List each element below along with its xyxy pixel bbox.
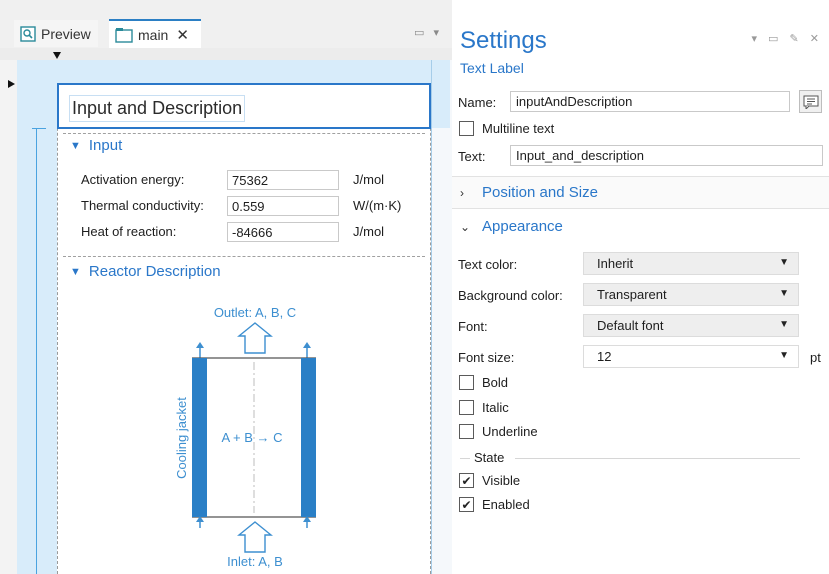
dropdown-arrow-icon: ▼ <box>779 257 789 268</box>
settings-title: Settings <box>460 27 547 54</box>
text-label: Text: <box>458 149 486 164</box>
chevron-down-icon: ⌄ <box>460 219 471 234</box>
dropdown-arrow-icon: ▼ <box>779 319 789 330</box>
multiline-label: Multiline text <box>482 121 555 136</box>
chevron-down-icon: ▼ <box>70 265 81 278</box>
form-icon <box>115 27 133 43</box>
visible-checkbox[interactable]: ✔ Visible <box>459 473 520 488</box>
tab-preview-label: Preview <box>41 25 91 42</box>
text-color-label: Text color: <box>458 257 518 272</box>
appearance-label: Appearance <box>482 218 563 235</box>
grid-guide-tick <box>32 128 46 129</box>
heat-of-reaction-label: Heat of reaction: <box>81 224 177 239</box>
enabled-checkbox[interactable]: ✔ Enabled <box>459 497 530 512</box>
thermal-conductivity-unit: W/(m·K) <box>353 198 402 213</box>
position-size-label: Position and Size <box>482 184 598 201</box>
checkbox-box <box>459 375 474 390</box>
font-label: Font: <box>458 319 488 334</box>
chevron-down-icon: ▼ <box>70 139 81 152</box>
section-divider <box>63 133 425 134</box>
underline-label: Underline <box>482 424 538 439</box>
name-picker-button[interactable] <box>799 90 822 113</box>
section-divider <box>63 256 425 257</box>
column-marker-icon[interactable] <box>53 52 61 59</box>
background-color-dropdown[interactable]: Transparent ▼ <box>583 283 799 306</box>
preview-icon <box>20 25 36 42</box>
tab-main-label: main <box>138 26 169 43</box>
reactor-section-header[interactable]: ▼ Reactor Description <box>70 263 221 280</box>
text-color-value: Inherit <box>597 256 634 271</box>
selected-text-label[interactable]: Input and Description <box>57 83 431 129</box>
reactor-section-label: Reactor Description <box>88 263 221 280</box>
heat-of-reaction-unit: J/mol <box>353 224 385 239</box>
name-field[interactable]: inputAndDescription <box>510 91 790 112</box>
selected-column-highlight <box>17 128 57 574</box>
inlet-label: Inlet: A, B <box>227 554 283 569</box>
text-color-dropdown[interactable]: Inherit ▼ <box>583 252 799 275</box>
background-color-value: Transparent <box>597 287 667 302</box>
font-size-unit: pt <box>810 350 821 365</box>
background-color-label: Background color: <box>458 288 563 303</box>
title-label-text: Input and Description <box>69 95 246 122</box>
font-size-label: Font size: <box>458 350 515 365</box>
bold-label: Bold <box>482 375 509 390</box>
text-field[interactable]: Input_and_description <box>510 145 823 166</box>
checkbox-box <box>459 424 474 439</box>
inlet-arrow-icon <box>237 521 273 553</box>
visible-label: Visible <box>482 473 521 488</box>
italic-checkbox[interactable]: Italic <box>459 400 509 415</box>
thermal-conductivity-label: Thermal conductivity: <box>81 198 204 213</box>
tab-preview[interactable]: Preview <box>14 20 98 47</box>
settings-subtitle: Text Label <box>460 60 524 76</box>
activation-energy-unit: J/mol <box>353 172 385 187</box>
activation-energy-field[interactable]: 75362 <box>227 170 339 190</box>
cooling-jacket-label: Cooling jacket <box>174 397 189 479</box>
state-label: State <box>474 450 505 465</box>
reaction-label: A + B → C <box>221 430 282 445</box>
top-ruler <box>0 48 452 60</box>
editor-tabbar: Preview main ✕ ▭ ▾ <box>0 0 452 48</box>
heat-of-reaction-field[interactable]: -84666 <box>227 222 339 242</box>
underline-checkbox[interactable]: Underline <box>459 424 538 439</box>
form-editor: Preview main ✕ ▭ ▾ Input and Description… <box>0 0 452 574</box>
position-size-section[interactable]: › Position and Size <box>452 176 829 209</box>
settings-panel: Settings Text Label ▾ ▭ ✎ ✕ Name: inputA… <box>452 0 829 574</box>
cooling-jacket-right <box>301 358 316 517</box>
close-tab-icon[interactable]: ✕ <box>176 26 189 44</box>
font-size-combobox[interactable]: 12 ▼ <box>583 345 799 368</box>
dropdown-arrow-icon[interactable]: ▼ <box>779 350 789 361</box>
multiline-checkbox[interactable]: Multiline text <box>459 121 554 136</box>
chevron-right-icon: › <box>460 185 464 200</box>
grid-guide-line <box>36 128 37 574</box>
enabled-label: Enabled <box>482 497 530 512</box>
appearance-section[interactable]: ⌄ Appearance <box>452 210 829 243</box>
italic-label: Italic <box>482 400 509 415</box>
outlet-label: Outlet: A, B, C <box>214 305 296 320</box>
font-value: Default font <box>597 318 664 333</box>
panel-controls-icon[interactable]: ▾ ▭ ✎ ✕ <box>751 32 823 45</box>
row-marker-icon[interactable] <box>8 80 15 88</box>
font-size-value: 12 <box>597 349 612 364</box>
tab-main[interactable]: main ✕ <box>109 19 201 48</box>
checkbox-box <box>459 121 474 136</box>
input-section-header[interactable]: ▼ Input <box>70 137 122 154</box>
bold-checkbox[interactable]: Bold <box>459 375 508 390</box>
font-dropdown[interactable]: Default font ▼ <box>583 314 799 337</box>
thermal-conductivity-field[interactable]: 0.559 <box>227 196 339 216</box>
state-group: State <box>460 450 800 465</box>
dropdown-arrow-icon: ▼ <box>779 288 789 299</box>
outlet-arrow-icon <box>237 322 273 354</box>
checkmark-icon: ✔ <box>459 473 474 488</box>
text-picker-icon <box>803 95 818 109</box>
checkmark-icon: ✔ <box>459 497 474 512</box>
activation-energy-label: Activation energy: <box>81 172 185 187</box>
name-label: Name: <box>458 95 497 110</box>
checkbox-box <box>459 400 474 415</box>
cooling-jacket-left <box>192 358 207 517</box>
input-section-label: Input <box>88 137 123 154</box>
tab-menu-icon[interactable]: ▭ ▾ <box>414 26 442 39</box>
reactor-diagram: Outlet: A, B, C A + B → C Cooling jacket… <box>160 300 360 574</box>
grid-guide-right <box>431 60 432 574</box>
